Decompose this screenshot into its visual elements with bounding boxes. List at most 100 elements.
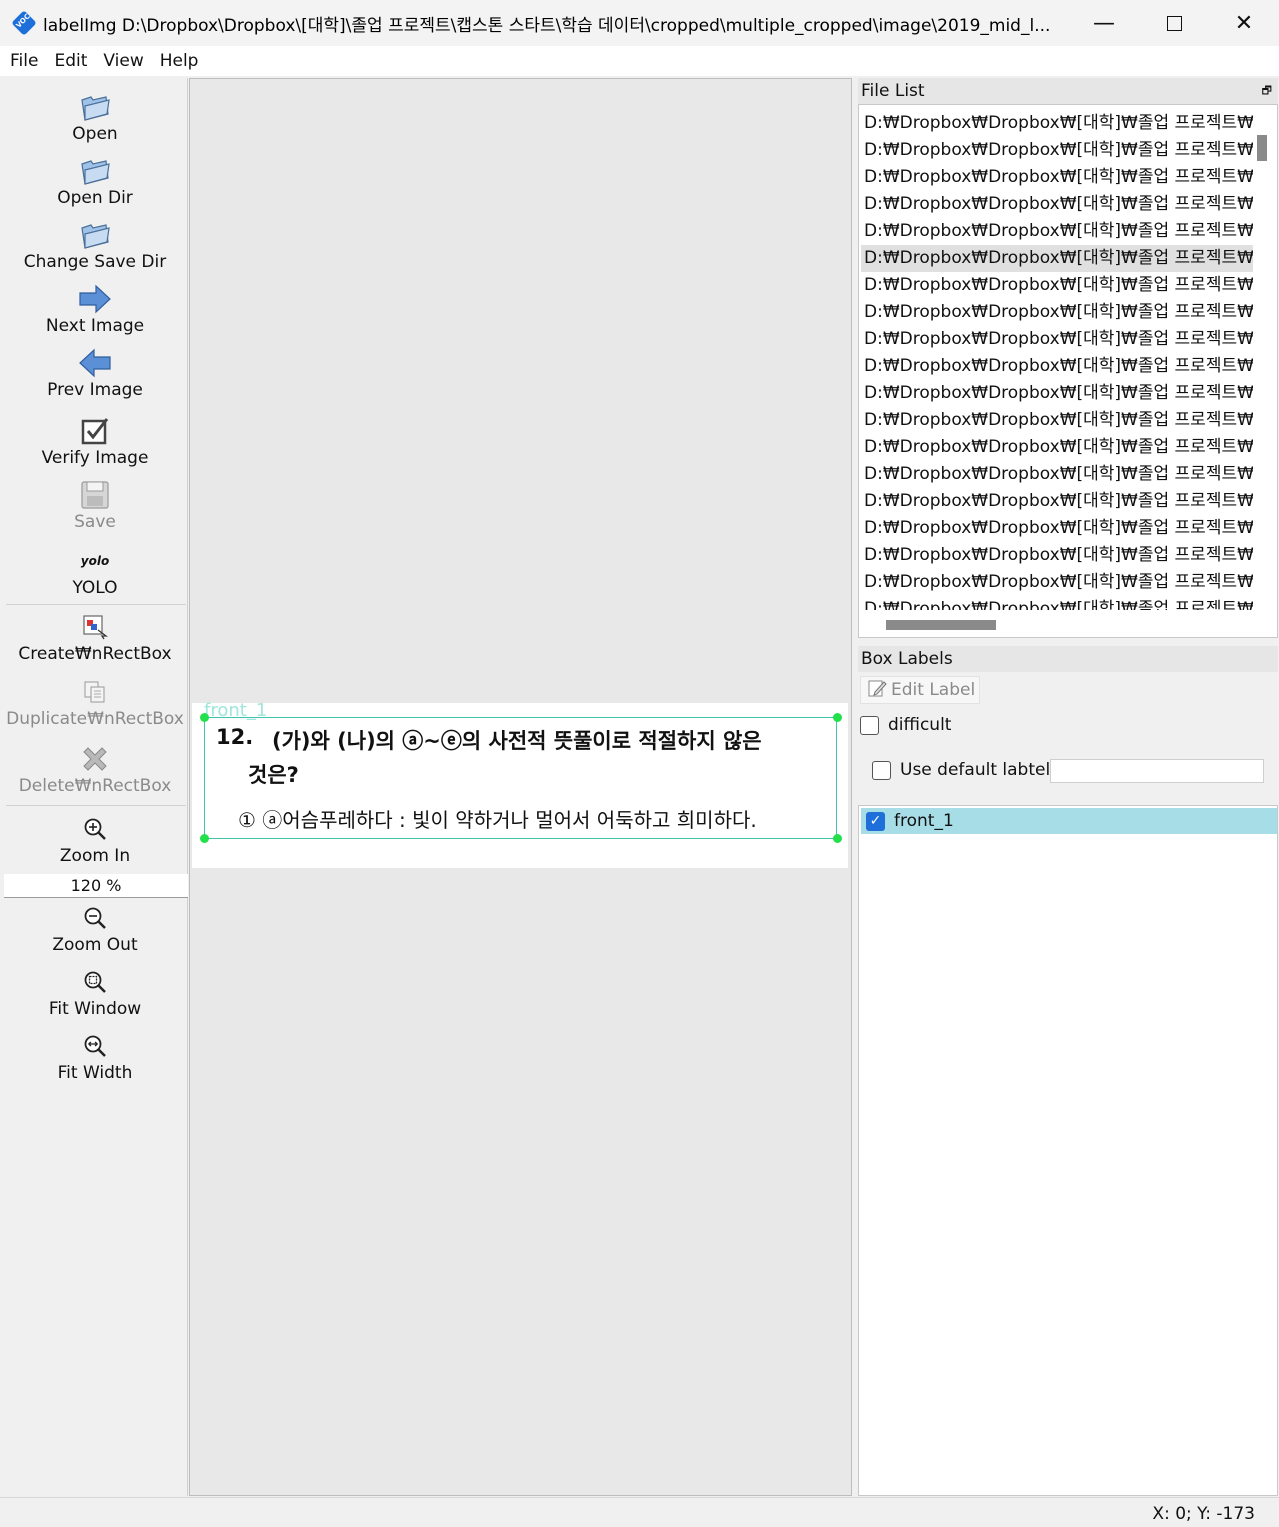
open-dir-button[interactable]: Open Dir — [2, 154, 188, 208]
file-list-item[interactable]: D:₩Dropbox₩Dropbox₩[대학]₩졸업 프로젝트₩ — [861, 434, 1253, 461]
floppy-disk-icon — [78, 478, 112, 512]
checkbox-checked-icon — [78, 414, 112, 448]
file-list-item[interactable]: D:₩Dropbox₩Dropbox₩[대학]₩졸업 프로젝트₩ — [861, 191, 1253, 218]
zoom-level-field[interactable]: 120 % — [4, 874, 188, 898]
fit-window-button[interactable]: Fit Window — [2, 965, 188, 1019]
folder-open-icon — [78, 218, 112, 252]
delete-rectbox-button[interactable]: Delete₩nRectBox — [2, 742, 188, 796]
zoom-in-button[interactable]: Zoom In — [2, 812, 188, 866]
checkbox-unchecked-icon — [860, 715, 879, 735]
close-button[interactable]: ✕ — [1209, 0, 1279, 46]
left-toolbar: Open Open Dir Change Save Dir Next Image… — [2, 78, 188, 1496]
fit-width-button[interactable]: Fit Width — [2, 1029, 188, 1083]
open-button[interactable]: Open — [2, 90, 188, 144]
file-list-item[interactable]: D:₩Dropbox₩Dropbox₩[대학]₩졸업 프로젝트₩ — [861, 515, 1253, 542]
edit-label-text: Edit Label — [891, 680, 976, 700]
use-default-label-checkbox[interactable]: Use default labtel — [872, 760, 1050, 780]
zoom-in-label: Zoom In — [59, 846, 131, 866]
checkbox-unchecked-icon — [872, 760, 891, 780]
bounding-box[interactable] — [204, 717, 837, 839]
box-label-name: front_1 — [894, 811, 954, 831]
maximize-button[interactable] — [1139, 0, 1209, 46]
box-label-item[interactable]: ✓ front_1 — [861, 808, 1277, 834]
box-label-list: ✓ front_1 — [858, 805, 1278, 1496]
prev-image-label: Prev Image — [47, 380, 143, 400]
delete-x-icon — [78, 742, 112, 776]
difficult-checkbox[interactable]: difficult — [860, 715, 951, 735]
change-save-dir-label: Change Save Dir — [23, 252, 167, 272]
menu-edit[interactable]: Edit — [54, 51, 87, 71]
minimize-button[interactable]: — — [1069, 0, 1139, 46]
file-list-item[interactable]: D:₩Dropbox₩Dropbox₩[대학]₩졸업 프로젝트₩ — [861, 218, 1253, 245]
box-labels-panel: Edit Label difficult Use default labtel … — [858, 672, 1278, 1497]
bbox-handle-bottom-right[interactable] — [833, 834, 842, 843]
duplicate-icon — [78, 675, 112, 709]
create-rectbox-button[interactable]: Create₩nRectBox — [2, 610, 188, 664]
status-bar: X: 0; Y: -173 — [0, 1497, 1279, 1527]
file-list-item[interactable]: D:₩Dropbox₩Dropbox₩[대학]₩졸업 프로젝트₩ — [861, 353, 1253, 380]
file-list-vertical-scrollbar[interactable] — [1257, 135, 1267, 161]
float-dock-icon[interactable]: 🗗 — [1262, 78, 1272, 104]
checkbox-checked-icon[interactable]: ✓ — [866, 811, 885, 831]
open-label: Open — [72, 124, 118, 144]
yolo-button[interactable]: yolo YOLO — [2, 544, 188, 598]
change-save-dir-button[interactable]: Change Save Dir — [2, 218, 188, 272]
file-list-item[interactable]: D:₩Dropbox₩Dropbox₩[대학]₩졸업 프로젝트₩ — [861, 299, 1253, 326]
file-list-item-selected[interactable]: D:₩Dropbox₩Dropbox₩[대학]₩졸업 프로젝트₩ — [861, 245, 1253, 272]
default-label-input[interactable] — [1050, 759, 1264, 783]
file-list-item[interactable]: D:₩Dropbox₩Dropbox₩[대학]₩졸업 프로젝트₩ — [861, 326, 1253, 353]
maximize-icon — [1166, 15, 1182, 31]
folder-open-icon — [78, 154, 112, 188]
file-list-item[interactable]: D:₩Dropbox₩Dropbox₩[대학]₩졸업 프로젝트₩ — [861, 488, 1253, 515]
file-list-horizontal-scrollbar[interactable] — [886, 620, 996, 630]
open-dir-label: Open Dir — [57, 188, 133, 208]
next-image-label: Next Image — [45, 316, 145, 336]
title-bar: VOC labelImg D:\Dropbox\Dropbox\[대학]\졸업 … — [0, 0, 1279, 46]
duplicate-rectbox-label: Duplicate₩nRectBox — [6, 709, 184, 729]
menu-help[interactable]: Help — [160, 51, 199, 71]
bbox-handle-bottom-left[interactable] — [200, 834, 209, 843]
file-list-item[interactable]: D:₩Dropbox₩Dropbox₩[대학]₩졸업 프로젝트₩ — [861, 569, 1253, 596]
prev-image-button[interactable]: Prev Image — [2, 346, 188, 400]
verify-image-label: Verify Image — [41, 448, 149, 468]
close-icon: ✕ — [1234, 10, 1254, 36]
file-list-item[interactable]: D:₩Dropbox₩Dropbox₩[대학]₩졸업 프로젝트₩ — [861, 137, 1253, 164]
next-image-button[interactable]: Next Image — [2, 282, 188, 336]
fit-width-label: Fit Width — [57, 1063, 133, 1083]
menu-view[interactable]: View — [103, 51, 143, 71]
verify-image-button[interactable]: Verify Image — [2, 414, 188, 468]
file-list-item[interactable]: D:₩Dropbox₩Dropbox₩[대학]₩졸업 프로젝트₩ — [861, 110, 1253, 137]
fit-window-icon — [78, 965, 112, 999]
box-labels-title: Box Labels — [858, 646, 1278, 672]
yolo-label: YOLO — [72, 578, 118, 598]
fit-width-icon — [78, 1029, 112, 1063]
file-list-item[interactable]: D:₩Dropbox₩Dropbox₩[대학]₩졸업 프로젝트₩ — [861, 596, 1253, 610]
file-list-item[interactable]: D:₩Dropbox₩Dropbox₩[대학]₩졸업 프로젝트₩ — [861, 272, 1253, 299]
file-list-item[interactable]: D:₩Dropbox₩Dropbox₩[대학]₩졸업 프로젝트₩ — [861, 407, 1253, 434]
file-list-item[interactable]: D:₩Dropbox₩Dropbox₩[대학]₩졸업 프로젝트₩ — [861, 542, 1253, 569]
edit-label-button[interactable]: Edit Label — [860, 676, 980, 704]
duplicate-rectbox-button[interactable]: Duplicate₩nRectBox — [2, 675, 188, 729]
bbox-handle-top-left[interactable] — [200, 713, 209, 722]
edit-pencil-icon — [867, 678, 887, 703]
file-list-title-text: File List — [861, 81, 925, 101]
menu-file[interactable]: File — [10, 51, 38, 71]
yolo-icon: yolo — [80, 554, 110, 568]
difficult-label: difficult — [888, 715, 952, 735]
bbox-handle-top-right[interactable] — [833, 713, 842, 722]
use-default-label-text: Use default labtel — [900, 760, 1051, 780]
toolbar-separator — [6, 604, 186, 605]
arrow-left-icon — [78, 346, 112, 380]
save-button[interactable]: Save — [2, 478, 188, 532]
file-list-item[interactable]: D:₩Dropbox₩Dropbox₩[대학]₩졸업 프로젝트₩ — [861, 164, 1253, 191]
minimize-icon: — — [1093, 10, 1115, 36]
toolbar-separator — [6, 805, 186, 806]
zoom-out-button[interactable]: Zoom Out — [2, 901, 188, 955]
file-list-item[interactable]: D:₩Dropbox₩Dropbox₩[대학]₩졸업 프로젝트₩ — [861, 461, 1253, 488]
folder-open-icon — [78, 90, 112, 124]
create-rectbox-icon — [78, 610, 112, 644]
file-list-item[interactable]: D:₩Dropbox₩Dropbox₩[대학]₩졸업 프로젝트₩ — [861, 380, 1253, 407]
zoom-out-label: Zoom Out — [52, 935, 138, 955]
cursor-coordinates: X: 0; Y: -173 — [1152, 1504, 1255, 1524]
create-rectbox-label: Create₩nRectBox — [18, 644, 172, 664]
